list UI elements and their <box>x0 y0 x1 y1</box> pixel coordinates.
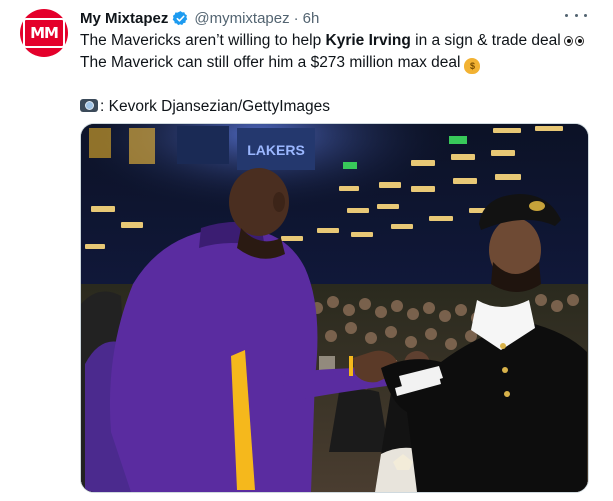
author-handle[interactable]: @mymixtapez <box>194 10 289 27</box>
eyes-emoji-icon <box>563 35 584 46</box>
photo-scene: LAKERS <box>81 124 588 492</box>
tweet-line-1: The Mavericks aren’t willing to help Kyr… <box>80 30 600 52</box>
tweet-card[interactable]: MM My Mixtapez @mymixtapez · 6h The Mave… <box>0 0 613 501</box>
tweet-text: The Mavericks aren’t willing to help Kyr… <box>80 30 600 118</box>
tweet-text-part: in a sign & trade deal <box>410 32 561 49</box>
photo-credit: : Kevork Djansezian/GettyImages <box>80 96 600 118</box>
tweet-text-part: The Maverick can still offer him a $273 … <box>80 54 461 71</box>
photo-credit-text: : Kevork Djansezian/GettyImages <box>100 98 331 115</box>
author-avatar[interactable]: MM <box>20 9 68 57</box>
tweet-photo[interactable]: LAKERS <box>80 123 589 493</box>
avatar-logo: MM <box>23 18 65 48</box>
tweet-text-part: The Mavericks aren’t willing to help <box>80 32 326 49</box>
header-separator: · <box>293 9 299 27</box>
tweet-timestamp[interactable]: 6h <box>303 10 320 27</box>
scoreboard-text: LAKERS <box>247 142 305 158</box>
tweet-line-2: The Maverick can still offer him a $273 … <box>80 52 600 74</box>
money-bag-emoji-icon: $ <box>464 58 481 74</box>
more-options-icon[interactable] <box>565 6 587 24</box>
tweet-text-highlight: Kyrie Irving <box>325 32 411 49</box>
author-display-name[interactable]: My Mixtapez <box>80 10 168 27</box>
tweet-header: My Mixtapez @mymixtapez · 6h <box>80 8 319 28</box>
camera-emoji-icon <box>80 99 98 112</box>
verified-badge-icon <box>173 10 188 25</box>
